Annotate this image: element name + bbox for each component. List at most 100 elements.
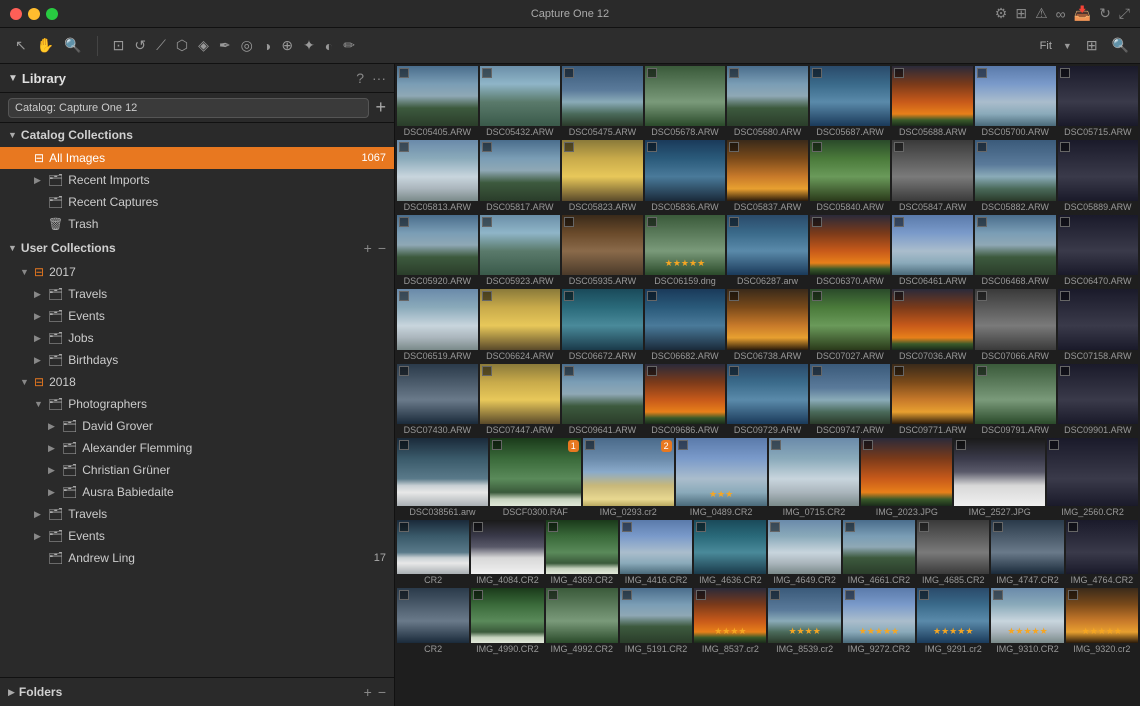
photo-select-checkbox[interactable]	[977, 142, 987, 152]
photo-select-checkbox[interactable]	[399, 440, 409, 450]
photo-select-checkbox[interactable]	[977, 217, 987, 227]
photo-select-checkbox[interactable]	[564, 217, 574, 227]
photo-select-checkbox[interactable]	[894, 217, 904, 227]
photo-select-checkbox[interactable]	[482, 366, 492, 376]
photo-cell[interactable]: DSC05837.ARW	[727, 140, 808, 212]
photo-cell[interactable]: DSC05432.ARW	[480, 66, 561, 138]
photo-cell[interactable]: IMG_4685.CR2	[917, 520, 989, 586]
photo-select-checkbox[interactable]	[812, 217, 822, 227]
photo-select-checkbox[interactable]	[956, 440, 966, 450]
photo-cell[interactable]: IMG_2527.JPG	[954, 438, 1045, 518]
photo-cell[interactable]: DSC06519.ARW	[397, 289, 478, 361]
photo-cell[interactable]: DSC05813.ARW	[397, 140, 478, 212]
photo-select-checkbox[interactable]	[863, 440, 873, 450]
photo-cell[interactable]: DSC038561.arw	[397, 438, 488, 518]
library-header[interactable]: ▼ Library ? ···	[0, 64, 394, 93]
clone-tool-icon[interactable]: ⊕	[278, 35, 296, 56]
photo-select-checkbox[interactable]	[894, 142, 904, 152]
user-collections-header[interactable]: ▼ User Collections + −	[0, 235, 394, 261]
photo-select-checkbox[interactable]	[564, 366, 574, 376]
photo-select-checkbox[interactable]	[622, 522, 632, 532]
catalog-add-button[interactable]: +	[375, 97, 386, 118]
photo-select-checkbox[interactable]	[845, 590, 855, 600]
photo-cell[interactable]: IMG_4661.CR2	[843, 520, 915, 586]
photo-select-checkbox[interactable]	[1060, 366, 1070, 376]
photo-cell[interactable]: DSC06672.ARW	[562, 289, 643, 361]
photo-cell[interactable]: IMG_2023.JPG	[861, 438, 952, 518]
photo-select-checkbox[interactable]	[564, 142, 574, 152]
photo-select-checkbox[interactable]	[399, 590, 409, 600]
photo-select-checkbox[interactable]	[1060, 142, 1070, 152]
photo-select-checkbox[interactable]	[678, 440, 688, 450]
help-icon[interactable]: ?	[356, 70, 364, 86]
photo-cell[interactable]: IMG_4084.CR2	[471, 520, 543, 586]
photo-cell[interactable]: DSC06461.ARW	[892, 215, 973, 287]
fit-dropdown-icon[interactable]: ▼	[1060, 39, 1075, 53]
sidebar-item-ausra-babiedaite[interactable]: ▶ 🗂 Ausra Babiedaite	[0, 481, 394, 503]
photo-cell[interactable]: IMG_4992.CR2	[546, 588, 618, 654]
photo-cell[interactable]: DSC05680.ARW	[727, 66, 808, 138]
photo-cell[interactable]: DSC05405.ARW	[397, 66, 478, 138]
expand-icon[interactable]: ⤢	[1119, 5, 1130, 22]
photo-select-checkbox[interactable]	[771, 440, 781, 450]
add-collection-icon[interactable]: +	[364, 240, 372, 256]
photo-select-checkbox[interactable]	[977, 366, 987, 376]
add-folder-icon[interactable]: +	[364, 684, 372, 700]
sidebar-item-david-grover[interactable]: ▶ 🗂 David Grover	[0, 415, 394, 437]
sidebar-item-travels-2017[interactable]: ▶ 🗂 Travels	[0, 283, 394, 305]
photo-select-checkbox[interactable]	[696, 522, 706, 532]
photo-select-checkbox[interactable]	[977, 291, 987, 301]
sidebar-item-jobs[interactable]: ▶ 🗂 Jobs	[0, 327, 394, 349]
photo-cell[interactable]: ★★★★★IMG_9272.CR2	[843, 588, 915, 654]
sidebar-item-birthdays[interactable]: ▶ 🗂 Birthdays	[0, 349, 394, 371]
remove-folder-icon[interactable]: −	[378, 684, 386, 700]
photo-cell[interactable]: DSC06738.ARW	[727, 289, 808, 361]
sidebar-item-travels-2018[interactable]: ▶ 🗂 Travels	[0, 503, 394, 525]
hand-tool-icon[interactable]: ✋	[34, 35, 57, 56]
photo-select-checkbox[interactable]	[1049, 440, 1059, 450]
more-icon[interactable]: ···	[372, 70, 386, 86]
sidebar-item-andrew-ling[interactable]: 🗂 Andrew Ling 17	[0, 547, 394, 569]
photo-select-checkbox[interactable]	[564, 291, 574, 301]
warning-icon[interactable]: ⚠	[1035, 5, 1048, 22]
photo-cell[interactable]: DSC07430.ARW	[397, 364, 478, 436]
sidebar-item-2018[interactable]: ▼ ⊟ 2018	[0, 371, 394, 393]
photo-cell[interactable]: DSC05678.ARW	[645, 66, 726, 138]
sidebar-item-photographers[interactable]: ▼ 🗂 Photographers	[0, 393, 394, 415]
remove-collection-icon[interactable]: −	[378, 240, 386, 256]
photo-select-checkbox[interactable]	[729, 68, 739, 78]
photo-cell[interactable]: DSC05889.ARW	[1058, 140, 1139, 212]
spot-tool-icon[interactable]: ◎	[238, 35, 256, 56]
photo-select-checkbox[interactable]	[1060, 291, 1070, 301]
photo-cell[interactable]: 2IMG_0293.cr2	[583, 438, 674, 518]
photo-cell[interactable]: ★★★★IMG_8539.cr2	[768, 588, 840, 654]
photo-select-checkbox[interactable]	[482, 68, 492, 78]
sidebar-item-trash[interactable]: 🗑 Trash	[0, 213, 394, 235]
photo-cell[interactable]: DSC05836.ARW	[645, 140, 726, 212]
photo-cell[interactable]: DSC05920.ARW	[397, 215, 478, 287]
photo-cell[interactable]: DSC09771.ARW	[892, 364, 973, 436]
photo-select-checkbox[interactable]	[812, 366, 822, 376]
photo-cell[interactable]: IMG_5191.CR2	[620, 588, 692, 654]
photo-cell[interactable]: DSC05688.ARW	[892, 66, 973, 138]
photo-select-checkbox[interactable]	[845, 522, 855, 532]
keystone-tool-icon[interactable]: ⬡	[173, 35, 191, 56]
photo-cell[interactable]: DSC05475.ARW	[562, 66, 643, 138]
photo-cell[interactable]: IMG_4416.CR2	[620, 520, 692, 586]
photo-select-checkbox[interactable]	[399, 217, 409, 227]
photo-select-checkbox[interactable]	[622, 590, 632, 600]
photo-cell[interactable]: DSC05700.ARW	[975, 66, 1056, 138]
infinity-icon[interactable]: ∞	[1056, 6, 1066, 22]
anno-tool-icon[interactable]: ✏	[340, 35, 358, 56]
photo-cell[interactable]: DSC05817.ARW	[480, 140, 561, 212]
settings-icon[interactable]: ⚙	[995, 5, 1008, 22]
photo-cell[interactable]: DSC09791.ARW	[975, 364, 1056, 436]
adjust-tool-icon[interactable]: ◐	[322, 36, 336, 56]
photo-cell[interactable]: DSC06682.ARW	[645, 289, 726, 361]
photo-select-checkbox[interactable]	[482, 217, 492, 227]
photo-select-checkbox[interactable]	[993, 590, 1003, 600]
photo-select-checkbox[interactable]	[729, 142, 739, 152]
refresh-icon[interactable]: ↻	[1099, 5, 1111, 22]
photo-select-checkbox[interactable]	[647, 366, 657, 376]
photo-select-checkbox[interactable]	[919, 522, 929, 532]
